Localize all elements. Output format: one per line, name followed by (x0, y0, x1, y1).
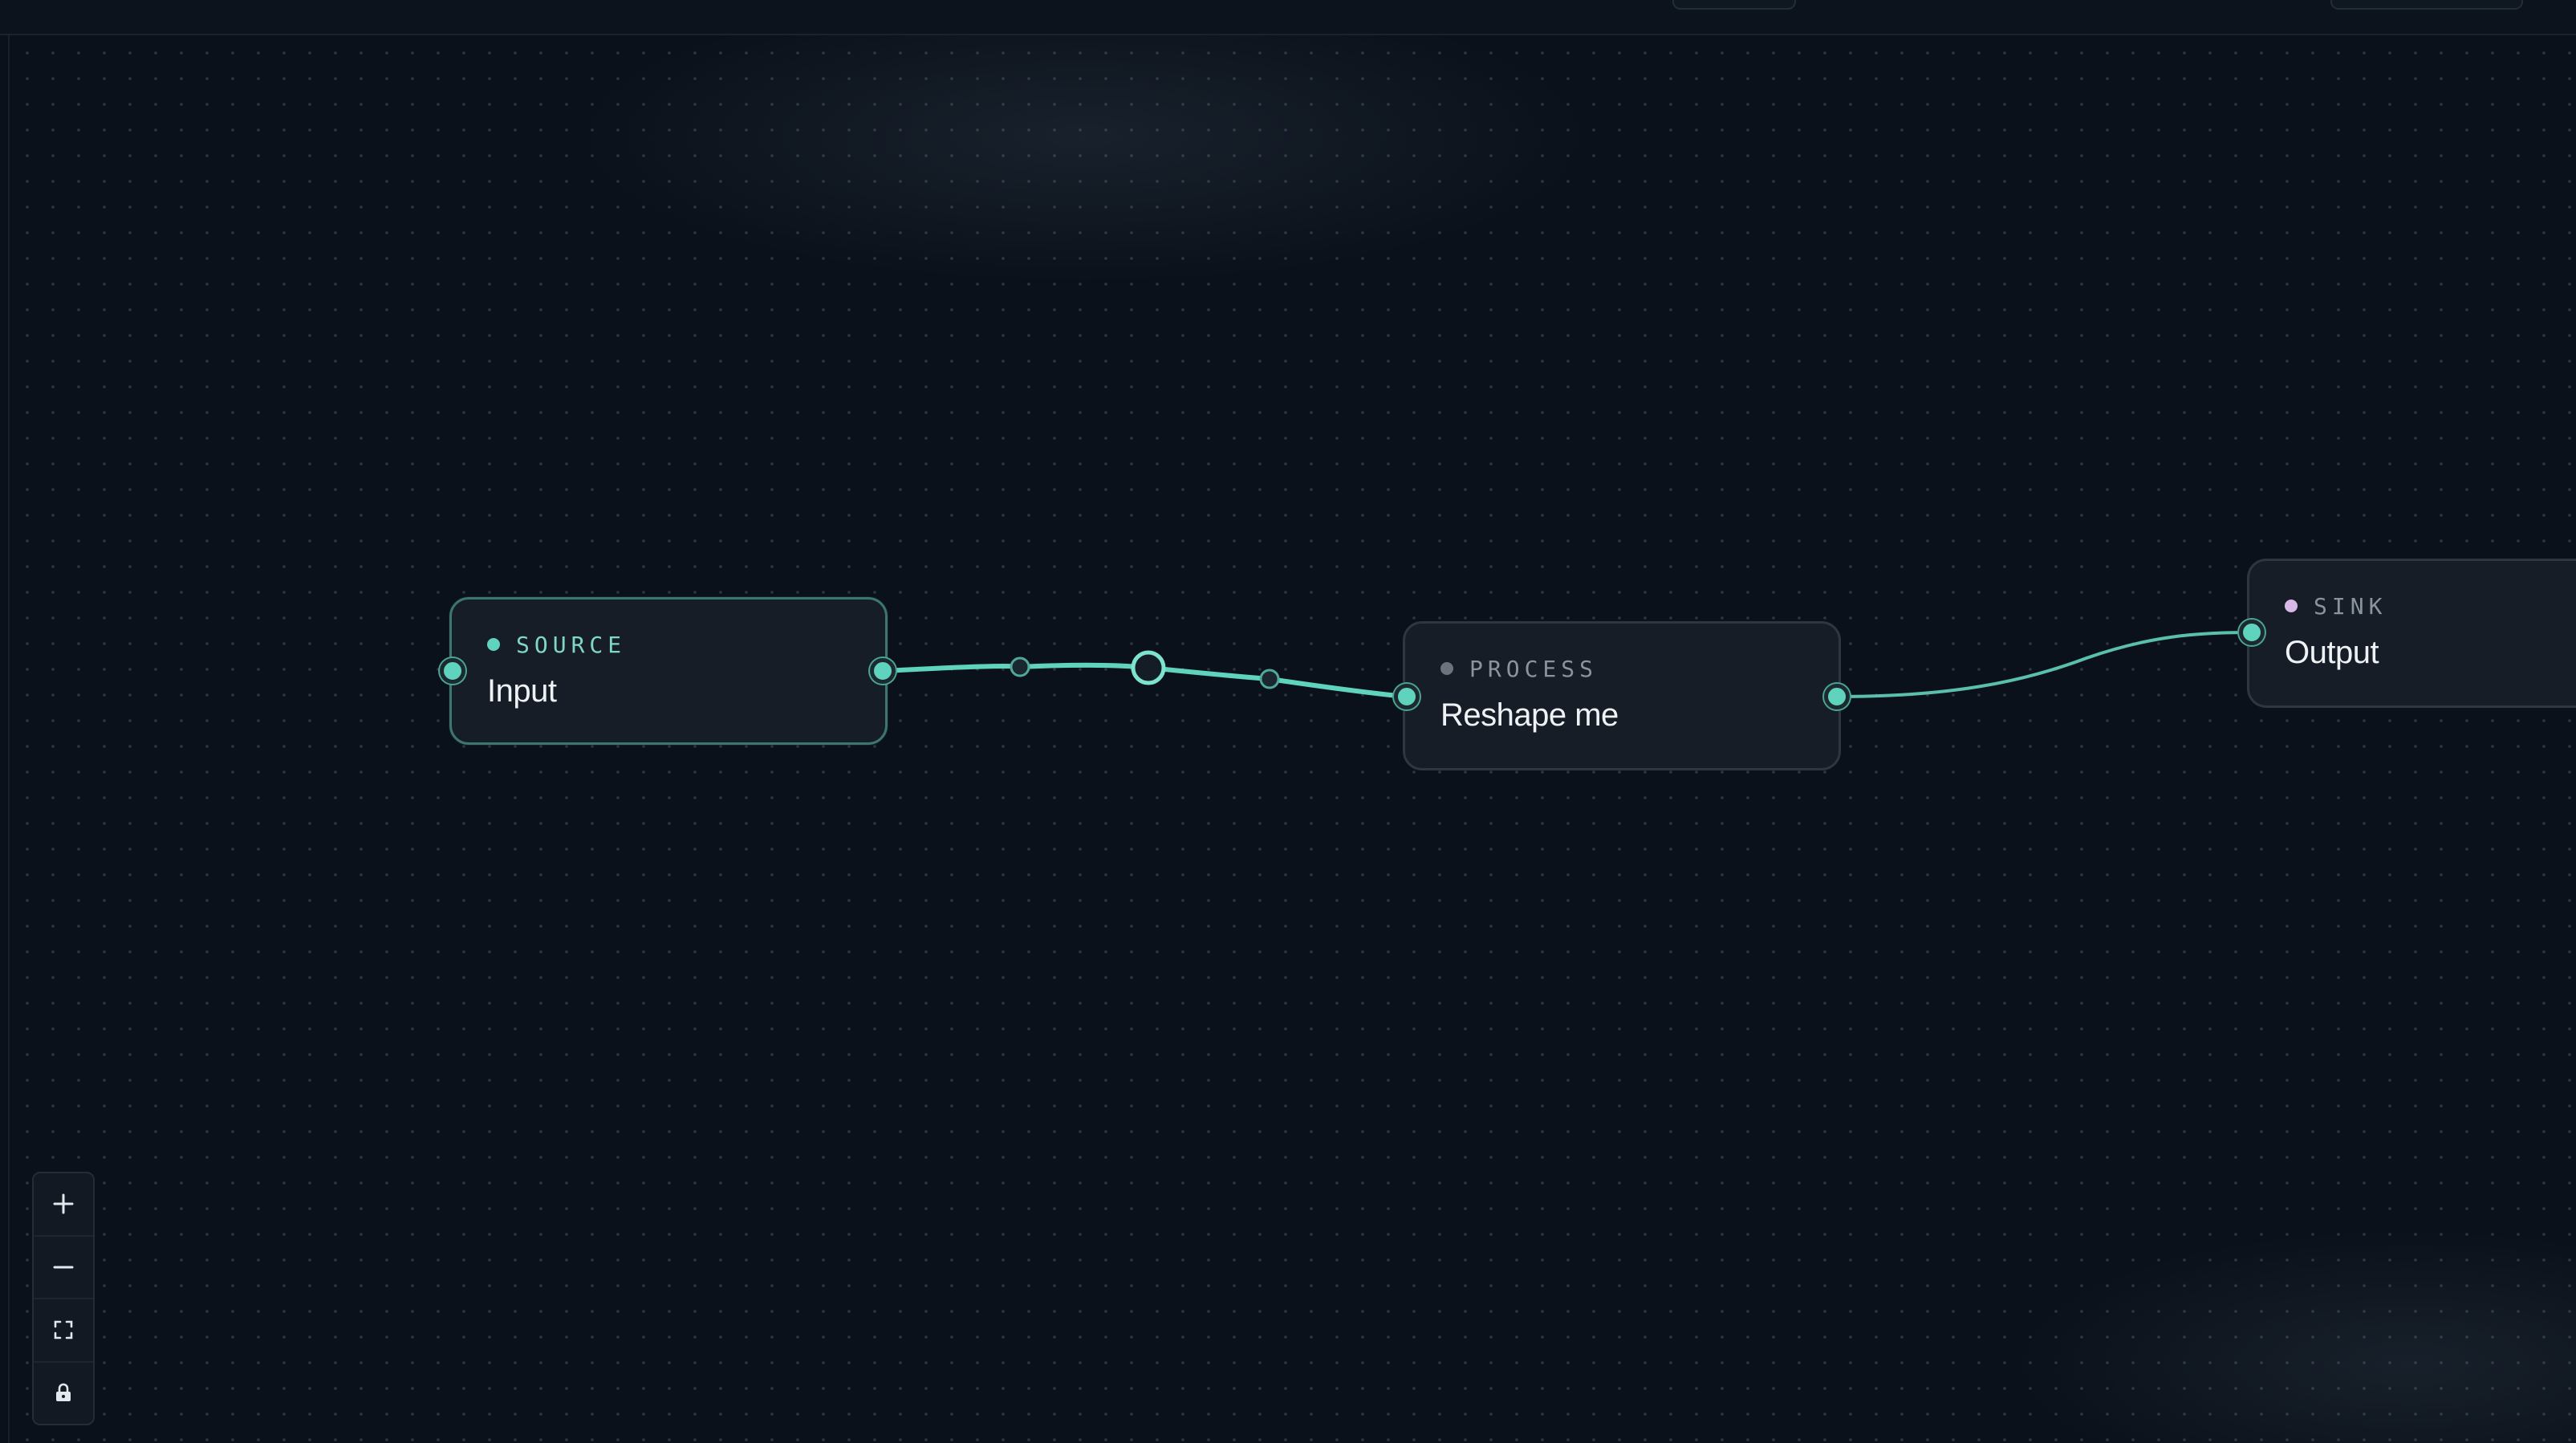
node-kind-text: PROCESS (1469, 655, 1599, 682)
edge-process-to-sink[interactable] (1836, 631, 2253, 698)
zoom-in-button[interactable] (34, 1173, 93, 1237)
node-kind-label: PROCESS (1440, 652, 1803, 685)
node-sink[interactable]: SINK Output (2247, 559, 2576, 708)
node-kind-text: SOURCE (516, 631, 627, 658)
plus-icon (53, 1193, 74, 1214)
node-title: Input (487, 673, 557, 709)
edge-midpoint-handle[interactable] (1010, 656, 1030, 677)
fit-view-button[interactable] (34, 1299, 93, 1363)
flow-editor: SOURCE Input PROCESS Reshape me SINK Out… (0, 0, 2576, 1443)
edge-midpoint-handle[interactable] (1259, 669, 1280, 689)
node-title: Reshape me (1440, 697, 1619, 733)
node-process[interactable]: PROCESS Reshape me (1403, 621, 1841, 770)
sink-status-dot (2285, 600, 2298, 612)
source-status-dot (487, 638, 500, 651)
node-kind-label: SINK (2285, 590, 2565, 622)
canvas-controls (32, 1172, 95, 1425)
zoom-out-button[interactable] (34, 1237, 93, 1299)
lock-icon (56, 1383, 71, 1401)
source-output-handle[interactable] (870, 658, 896, 684)
node-source[interactable]: SOURCE Input (449, 597, 888, 745)
minus-icon (53, 1266, 74, 1269)
edge-control-handle[interactable] (1131, 650, 1166, 685)
source-input-handle[interactable] (440, 658, 465, 684)
node-kind-text: SINK (2314, 592, 2387, 620)
sink-input-handle[interactable] (2239, 620, 2265, 645)
fit-view-icon (54, 1320, 73, 1339)
edges-layer (880, 631, 2253, 699)
node-title: Output (2285, 635, 2379, 670)
node-kind-label: SOURCE (487, 628, 850, 661)
lock-button[interactable] (34, 1363, 93, 1425)
process-input-handle[interactable] (1394, 684, 1420, 709)
process-status-dot (1440, 662, 1453, 675)
process-output-handle[interactable] (1824, 684, 1850, 709)
